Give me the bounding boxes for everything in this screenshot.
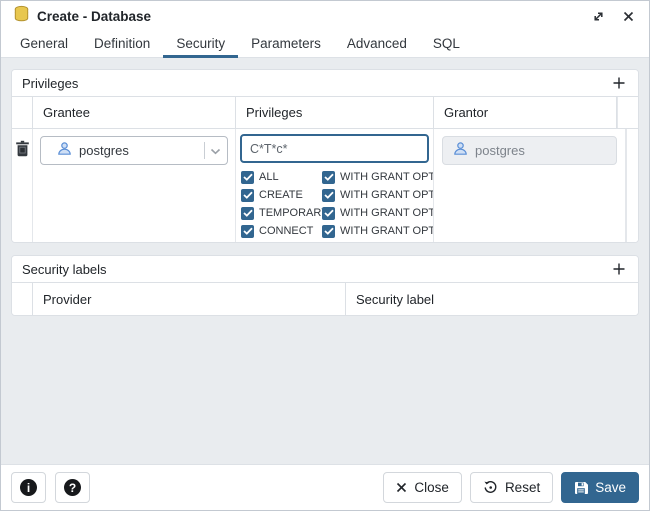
dialog-title: Create - Database: [37, 9, 151, 24]
privileges-section: Privileges Grantee Privileges Grantor: [11, 69, 639, 243]
column-header-security-label: Security label: [346, 283, 638, 315]
save-icon: [574, 481, 588, 495]
help-icon: ?: [64, 479, 81, 496]
column-header-provider: Provider: [33, 283, 346, 315]
expand-icon[interactable]: [589, 7, 607, 25]
grantor-cell: postgres: [434, 129, 626, 242]
create-database-dialog: Create - Database General Definition Sec…: [0, 0, 650, 511]
titlebar: Create - Database: [1, 1, 649, 31]
scrollbar-gutter: [617, 97, 638, 128]
close-x-icon: [396, 482, 407, 493]
privileges-section-header: Privileges: [12, 70, 638, 97]
grantee-select[interactable]: postgres: [40, 136, 228, 165]
privilege-check-row: CONNECT WITH GRANT OPTION: [241, 222, 433, 240]
chevron-down-icon[interactable]: [210, 142, 221, 160]
tab-general[interactable]: General: [7, 31, 81, 58]
column-header-privileges: Privileges: [236, 97, 434, 128]
privileges-cell: ALL WITH GRANT OPTION CREATE: [236, 129, 434, 242]
privileges-section-title: Privileges: [22, 76, 78, 91]
checkbox-connect-grant-option[interactable]: [322, 225, 335, 238]
scrollbar-gutter: [626, 129, 638, 242]
grantor-value: postgres: [475, 143, 525, 158]
security-tab-panel: Privileges Grantee Privileges Grantor: [1, 59, 649, 464]
privilege-checkboxes: ALL WITH GRANT OPTION CREATE: [236, 167, 433, 240]
delete-row-icon[interactable]: [15, 140, 30, 242]
privileges-grid-header: Grantee Privileges Grantor: [12, 97, 638, 129]
security-labels-grid-header: Provider Security label: [12, 283, 638, 315]
database-icon: [13, 5, 30, 27]
column-header-actions: [12, 97, 33, 128]
checkbox-connect[interactable]: [241, 225, 254, 238]
save-button[interactable]: Save: [561, 472, 639, 503]
column-header-actions: [12, 283, 33, 315]
checkbox-temporary-grant-option[interactable]: [322, 207, 335, 220]
dialog-footer: i ? Close Reset: [1, 464, 649, 510]
checkbox-all-label: ALL: [259, 171, 279, 183]
checkbox-connect-label: CONNECT: [259, 225, 313, 237]
tab-parameters[interactable]: Parameters: [238, 31, 334, 58]
close-icon[interactable]: [619, 7, 637, 25]
dropdown-divider: [204, 142, 205, 159]
info-icon: i: [20, 479, 37, 496]
grantee-cell: postgres: [33, 129, 236, 242]
privilege-check-row: TEMPORARY WITH GRANT OPTION: [241, 204, 433, 222]
checkbox-temporary-label: TEMPORARY: [259, 207, 328, 219]
checkbox-all-grant-option[interactable]: [322, 171, 335, 184]
grant-option-label: WITH GRANT OPTION: [340, 225, 434, 237]
grant-option-label: WITH GRANT OPTION: [340, 207, 434, 219]
grantee-value: postgres: [79, 143, 204, 158]
checkbox-temporary[interactable]: [241, 207, 254, 220]
column-header-grantor: Grantor: [434, 97, 617, 128]
reset-button-label: Reset: [505, 480, 540, 495]
role-icon: [453, 141, 468, 161]
checkbox-create-grant-option[interactable]: [322, 189, 335, 202]
privilege-check-row: CREATE WITH GRANT OPTION: [241, 186, 433, 204]
row-actions-cell: [12, 129, 33, 242]
privilege-string-input[interactable]: [240, 134, 429, 163]
security-labels-section-title: Security labels: [22, 262, 107, 277]
tab-sql[interactable]: SQL: [420, 31, 473, 58]
security-labels-section-header: Security labels: [12, 256, 638, 283]
grantor-field: postgres: [442, 136, 617, 165]
reset-button[interactable]: Reset: [470, 472, 553, 503]
checkbox-create-label: CREATE: [259, 189, 303, 201]
tabbar: General Definition Security Parameters A…: [1, 31, 649, 58]
column-header-grantee: Grantee: [33, 97, 236, 128]
info-button[interactable]: i: [11, 472, 46, 503]
grant-option-label: WITH GRANT OPTION: [340, 189, 434, 201]
reset-icon: [483, 480, 498, 495]
checkbox-create[interactable]: [241, 189, 254, 202]
add-security-label-button[interactable]: [610, 260, 628, 278]
close-button-label: Close: [414, 480, 449, 495]
role-icon: [57, 141, 72, 161]
security-labels-section: Security labels Provider Security label: [11, 255, 639, 316]
close-button[interactable]: Close: [383, 472, 462, 503]
tab-definition[interactable]: Definition: [81, 31, 163, 58]
tab-security[interactable]: Security: [163, 31, 238, 58]
save-button-label: Save: [595, 480, 626, 495]
grant-option-label: WITH GRANT OPTION: [340, 171, 434, 183]
tab-advanced[interactable]: Advanced: [334, 31, 420, 58]
add-privilege-button[interactable]: [610, 74, 628, 92]
privilege-check-row: ALL WITH GRANT OPTION: [241, 168, 433, 186]
checkbox-all[interactable]: [241, 171, 254, 184]
privilege-row: postgres: [12, 129, 638, 242]
help-button[interactable]: ?: [55, 472, 90, 503]
